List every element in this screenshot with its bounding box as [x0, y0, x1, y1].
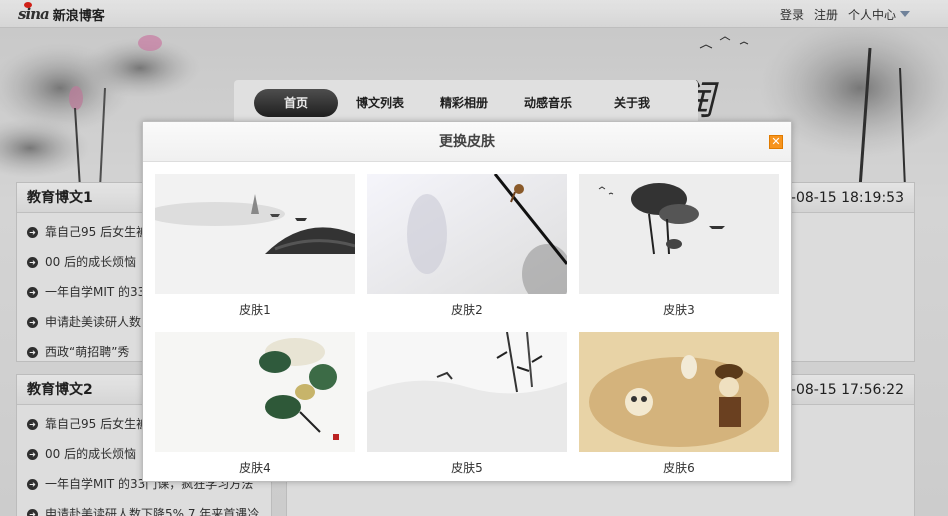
bird-on-wire-thumbnail-icon	[367, 174, 567, 294]
landscape-boat-thumbnail-icon	[155, 174, 355, 294]
skin-thumbnail[interactable]	[367, 332, 567, 452]
lotus-ink-thumbnail-icon	[579, 174, 779, 294]
dialog-header: 更换皮肤 ✕	[143, 122, 791, 162]
skin-label[interactable]: 皮肤4	[155, 452, 355, 484]
close-icon[interactable]: ✕	[769, 135, 783, 149]
dialog-title: 更换皮肤	[439, 134, 495, 150]
skin-thumbnail[interactable]	[155, 174, 355, 294]
skin-grid: 皮肤1 皮肤2 皮肤3 皮肤4 皮肤5 皮肤6	[155, 174, 781, 484]
skin-option-6[interactable]: 皮肤6	[579, 332, 779, 484]
skin-thumbnail[interactable]	[155, 332, 355, 452]
skin-option-3[interactable]: 皮肤3	[579, 174, 779, 326]
skin-thumbnail[interactable]	[579, 332, 779, 452]
skin-label[interactable]: 皮肤2	[367, 294, 567, 326]
cartoon-characters-thumbnail-icon	[579, 332, 779, 452]
skin-label[interactable]: 皮肤6	[579, 452, 779, 484]
bamboo-mist-thumbnail-icon	[367, 332, 567, 452]
skin-change-dialog: 更换皮肤 ✕ 皮肤1 皮肤2 皮肤3 皮肤4 皮肤5 皮肤6	[142, 121, 792, 482]
skin-option-2[interactable]: 皮肤2	[367, 174, 567, 326]
lotus-leaves-thumbnail-icon	[155, 332, 355, 452]
skin-thumbnail[interactable]	[367, 174, 567, 294]
skin-label[interactable]: 皮肤5	[367, 452, 567, 484]
skin-option-4[interactable]: 皮肤4	[155, 332, 355, 484]
skin-thumbnail[interactable]	[579, 174, 779, 294]
skin-option-1[interactable]: 皮肤1	[155, 174, 355, 326]
skin-option-5[interactable]: 皮肤5	[367, 332, 567, 484]
skin-label[interactable]: 皮肤1	[155, 294, 355, 326]
skin-label[interactable]: 皮肤3	[579, 294, 779, 326]
